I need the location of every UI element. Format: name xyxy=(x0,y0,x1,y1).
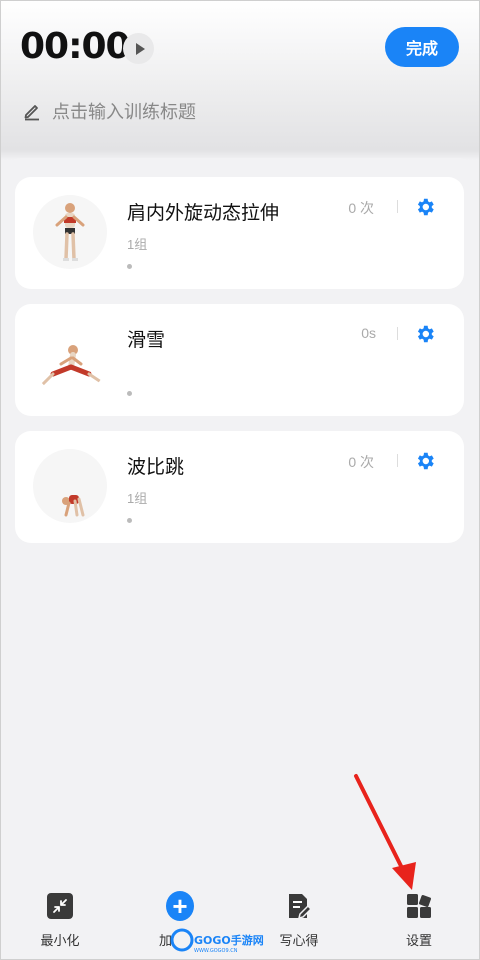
dot-indicator xyxy=(127,264,132,269)
exercise-sets: 1组 xyxy=(127,491,148,506)
timer-display: 00:00 xyxy=(20,26,131,67)
exercise-name: 波比跳 xyxy=(127,457,185,478)
done-button[interactable]: 完成 xyxy=(385,27,459,67)
exercise-count: 0 次 xyxy=(348,200,374,216)
watermark-url: WWW.GOGO9.CN xyxy=(194,948,238,954)
exercise-card[interactable]: 波比跳 1组 0 次 xyxy=(15,431,464,543)
gear-icon[interactable] xyxy=(414,196,436,218)
add-icon: + xyxy=(166,891,194,921)
title-input[interactable]: 点击输入训练标题 xyxy=(22,98,196,124)
exercise-thumbnail xyxy=(33,195,107,269)
minimize-icon xyxy=(46,892,74,920)
annotation-arrow-icon xyxy=(354,774,416,890)
settings-label: 设置 xyxy=(405,933,432,948)
dot-indicator xyxy=(127,518,132,523)
notes-icon xyxy=(285,892,313,920)
exercise-sets: 1组 xyxy=(127,237,148,252)
exercise-name: 肩内外旋动态拉伸 xyxy=(127,203,280,224)
minimize-button[interactable]: 最小化 xyxy=(15,888,105,960)
exercise-card[interactable]: 肩内外旋动态拉伸 1组 0 次 xyxy=(15,177,464,289)
exercise-thumbnail xyxy=(33,322,107,396)
exercise-count: 0s xyxy=(361,325,376,341)
exercise-name: 滑雪 xyxy=(127,330,166,351)
minimize-label: 最小化 xyxy=(40,933,80,948)
play-button[interactable] xyxy=(123,33,154,64)
watermark-text: GOGO手游网 xyxy=(194,933,264,947)
notes-label: 写心得 xyxy=(279,933,319,948)
exercise-thumbnail xyxy=(33,449,107,523)
divider xyxy=(397,327,398,340)
pencil-icon xyxy=(24,105,39,121)
divider xyxy=(397,200,398,213)
gear-icon[interactable] xyxy=(414,323,436,345)
title-placeholder: 点击输入训练标题 xyxy=(52,102,196,122)
dot-indicator xyxy=(127,391,132,396)
exercise-card[interactable]: 滑雪 0s xyxy=(15,304,464,416)
gear-icon[interactable] xyxy=(414,450,436,472)
watermark-logo: GOGO手游网 WWW.GOGO9.CN xyxy=(170,926,270,954)
divider xyxy=(397,454,398,467)
exercise-count: 0 次 xyxy=(348,454,374,470)
